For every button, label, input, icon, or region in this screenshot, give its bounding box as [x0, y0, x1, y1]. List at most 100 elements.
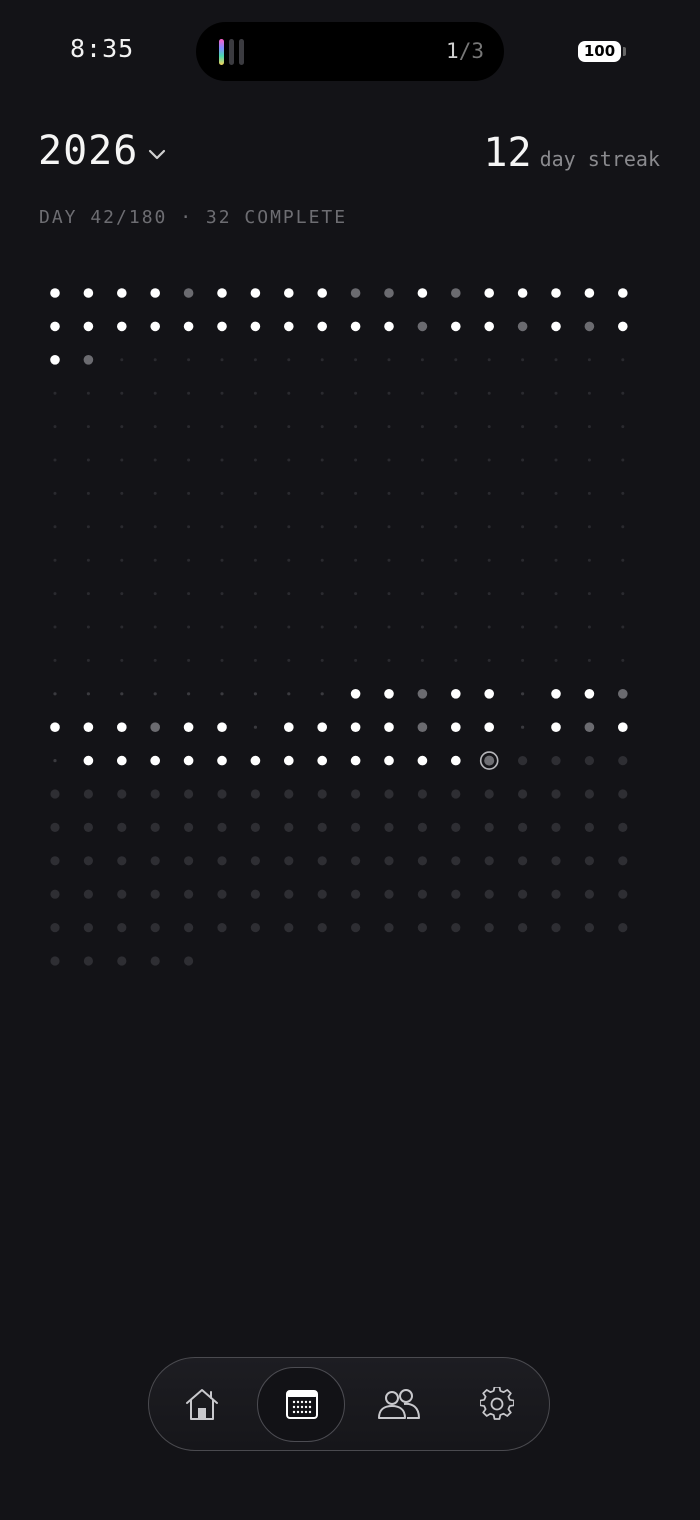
day-dot-empty [420, 391, 424, 395]
day-dot-empty [53, 491, 57, 495]
day-dot-empty [287, 658, 291, 662]
day-dot-future [551, 923, 561, 933]
day-dot-empty [554, 391, 558, 395]
tab-settings[interactable] [452, 1358, 542, 1449]
day-dot-missed [521, 725, 525, 729]
day-dot-complete [451, 689, 461, 699]
day-dot-empty [587, 525, 591, 529]
day-dot-empty [354, 391, 358, 395]
day-dot-future [150, 889, 160, 899]
day-dot-empty [153, 525, 157, 529]
day-dot-empty [53, 558, 57, 562]
day-dot-empty [253, 658, 257, 662]
day-dot-partial [417, 689, 428, 699]
day-dot-complete [551, 321, 561, 332]
day-dot-empty [387, 458, 391, 462]
day-dot-future [117, 956, 127, 966]
day-dot-future [184, 889, 194, 899]
battery-indicator: 100 [578, 41, 621, 62]
day-dot-future [50, 889, 60, 899]
day-dot-future [384, 923, 394, 933]
day-dot-complete [250, 321, 261, 332]
day-dot-empty [554, 558, 558, 562]
day-dot-empty [187, 458, 191, 462]
day-dot-future [250, 856, 260, 866]
day-dot-empty [53, 592, 57, 596]
day-dot-future [618, 889, 628, 899]
day-dot-future [518, 789, 528, 799]
day-dot-empty [521, 625, 525, 629]
day-dot-empty [320, 458, 324, 462]
day-dot-complete [618, 722, 628, 732]
day-dot-empty [120, 525, 124, 529]
day-dot-complete [618, 288, 628, 298]
day-dot-future [250, 789, 260, 799]
day-dot-future [184, 856, 194, 866]
day-dot-future [551, 856, 561, 866]
day-dot-complete [83, 321, 94, 332]
day-dot-empty [487, 391, 491, 395]
day-dot-empty [621, 358, 625, 362]
day-dot-future [417, 856, 427, 866]
day-dot-empty [320, 391, 324, 395]
activity-counter: 1/3 [446, 39, 484, 63]
day-progress-info: DAY 42/180 · 32 COMPLETE [39, 207, 348, 228]
day-dot-empty [320, 558, 324, 562]
day-dot-future [518, 923, 528, 933]
day-dot-empty [153, 425, 157, 429]
tab-home[interactable] [157, 1358, 247, 1449]
day-dot-empty [387, 625, 391, 629]
day-dot-complete [250, 288, 261, 298]
day-dot-future [451, 822, 461, 833]
day-dot-empty [420, 358, 424, 362]
day-dot-future [284, 789, 294, 799]
day-dot-empty [287, 525, 291, 529]
day-dot-complete [217, 722, 227, 732]
day-dot-future [217, 856, 227, 866]
day-dot-future [250, 889, 260, 899]
day-dot-empty [53, 458, 57, 462]
day-dot-partial [618, 689, 628, 699]
day-dot-empty [621, 658, 625, 662]
day-dot-empty [320, 358, 324, 362]
day-dot-empty [387, 491, 391, 495]
day-dot-empty [86, 558, 90, 562]
year-selector[interactable]: 2026 [38, 128, 166, 174]
day-dot-future [184, 789, 194, 799]
day-dot-future [484, 789, 494, 799]
day-dot-future [417, 789, 427, 799]
day-dot-empty [554, 625, 558, 629]
day-dot-empty [554, 525, 558, 529]
day-dot-empty [454, 391, 458, 395]
day-dot-complete [217, 755, 227, 766]
day-dot-complete [551, 288, 561, 298]
day-dot-complete [317, 722, 328, 732]
day-dot-future [284, 856, 294, 866]
day-dot-partial [451, 288, 461, 298]
day-dot-complete [284, 288, 294, 298]
day-dot-empty [253, 525, 257, 529]
day-dot-empty [153, 558, 157, 562]
day-dot-empty [554, 358, 558, 362]
tab-friends[interactable] [354, 1358, 444, 1449]
day-dot-complete [584, 288, 595, 298]
day-dot-empty [487, 658, 491, 662]
day-dot-complete [284, 755, 294, 766]
day-dot-empty [387, 358, 391, 362]
day-dot-empty [86, 658, 90, 662]
day-dot-future [584, 822, 595, 833]
day-dot-complete [284, 321, 294, 332]
day-dot-empty [587, 558, 591, 562]
day-dot-empty [86, 425, 90, 429]
day-dot-empty [53, 525, 57, 529]
day-dot-empty [621, 625, 625, 629]
tab-calendar[interactable] [257, 1358, 347, 1449]
dynamic-island[interactable]: 1/3 [196, 22, 504, 81]
day-dot-empty [287, 425, 291, 429]
day-dot-empty [420, 592, 424, 596]
day-dot-future [351, 923, 361, 933]
day-dot-complete [618, 321, 628, 332]
day-dot-empty [253, 358, 257, 362]
day-dot-empty [554, 425, 558, 429]
day-dot-complete [217, 321, 227, 332]
